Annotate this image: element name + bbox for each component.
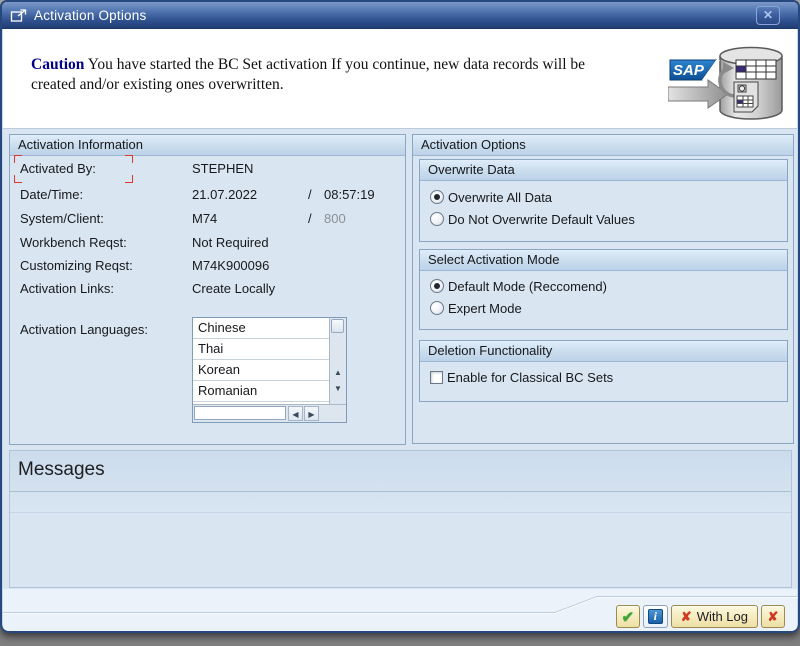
radio-label: Expert Mode <box>448 301 522 316</box>
field-value-date: 21.07.2022 <box>192 187 257 202</box>
radio-do-not-overwrite-defaults[interactable]: Do Not Overwrite Default Values <box>430 211 635 227</box>
deletion-functionality-group: Deletion Functionality Enable for Classi… <box>419 340 788 402</box>
check-icon: ✔ <box>621 608 634 626</box>
field-label-activation-links: Activation Links: <box>20 281 114 296</box>
list-item-language[interactable]: Romanian <box>193 381 329 402</box>
field-value-system: M74 <box>192 211 217 226</box>
radio-overwrite-all-data[interactable]: Overwrite All Data <box>430 189 552 205</box>
radio-label: Overwrite All Data <box>448 190 552 205</box>
messages-header: Messages <box>18 459 105 481</box>
list-item-language[interactable]: Chinese <box>193 318 329 339</box>
caution-section: Caution You have started the BC Set acti… <box>3 29 797 129</box>
radio-icon[interactable] <box>430 190 444 204</box>
activation-options-dialog: Activation Options ✕ Caution You have st… <box>0 0 800 633</box>
dialog-window-icon <box>10 8 28 23</box>
field-value-workbench-reqst: Not Required <box>192 235 269 250</box>
radio-default-mode[interactable]: Default Mode (Reccomend) <box>430 278 607 294</box>
list-filter-field[interactable] <box>194 406 286 420</box>
field-label-workbench-reqst: Workbench Reqst: <box>20 235 127 250</box>
activation-options-header: Activation Options <box>413 135 793 156</box>
title-bar: Activation Options ✕ <box>2 2 798 29</box>
radio-expert-mode[interactable]: Expert Mode <box>430 300 522 316</box>
red-x-icon: ✘ <box>768 609 779 625</box>
overwrite-data-group: Overwrite Data Overwrite All Data Do Not… <box>419 159 788 242</box>
scroll-left-icon[interactable]: ◀ <box>288 406 303 421</box>
sap-database-illustration: SAP <box>668 44 792 126</box>
cancel-button[interactable]: ✘ <box>761 605 785 628</box>
activation-options-panel: Activation Options Overwrite Data Overwr… <box>412 134 794 444</box>
radio-label: Default Mode (Reccomend) <box>448 279 607 294</box>
field-value-customizing-reqst: M74K900096 <box>192 258 269 273</box>
field-value-activation-links: Create Locally <box>192 281 275 296</box>
info-icon: i <box>648 609 663 624</box>
scroll-down-icon[interactable]: ▼ <box>331 382 345 396</box>
caution-label: Caution <box>31 56 84 73</box>
dialog-content: Activation Information Activated By: STE… <box>3 130 797 630</box>
field-value-client: 800 <box>324 211 346 226</box>
checkbox-icon[interactable] <box>430 371 443 384</box>
field-label-customizing-reqst: Customizing Reqst: <box>20 258 133 273</box>
vertical-scrollbar[interactable]: ▲ ▼ <box>329 318 346 404</box>
radio-icon[interactable] <box>430 279 444 293</box>
footer-button-bar: ✔ i ✘ With Log ✘ <box>616 605 785 628</box>
activation-languages-listbox[interactable]: Chinese Thai Korean Romanian ▲ ▼ ◀ ▶ <box>192 317 347 423</box>
field-label-activation-languages: Activation Languages: <box>20 322 148 337</box>
field-sep-date-time: / <box>308 187 312 202</box>
activation-information-header: Activation Information <box>10 135 405 156</box>
activation-mode-group: Select Activation Mode Default Mode (Rec… <box>419 249 788 330</box>
field-value-time: 08:57:19 <box>324 187 375 202</box>
dialog-footer: ✔ i ✘ With Log ✘ <box>3 589 797 632</box>
messages-section: Messages <box>9 450 792 588</box>
scroll-right-icon[interactable]: ▶ <box>304 406 319 421</box>
red-x-icon: ✘ <box>681 609 692 625</box>
with-log-button[interactable]: ✘ With Log <box>671 605 758 628</box>
caution-message: Caution You have started the BC Set acti… <box>31 55 631 95</box>
confirm-button[interactable]: ✔ <box>616 605 640 628</box>
sap-logo-text: SAP <box>673 62 705 79</box>
list-item-language[interactable]: Korean <box>193 360 329 381</box>
radio-icon[interactable] <box>430 301 444 315</box>
activation-mode-header: Select Activation Mode <box>420 250 787 271</box>
checkbox-label: Enable for Classical BC Sets <box>447 370 613 385</box>
field-sep-system-client: / <box>308 211 312 226</box>
list-item-language[interactable]: Thai <box>193 339 329 360</box>
messages-row-divider <box>10 512 791 513</box>
deletion-functionality-header: Deletion Functionality <box>420 341 787 362</box>
field-value-activated-by: STEPHEN <box>192 161 253 176</box>
overwrite-data-header: Overwrite Data <box>420 160 787 181</box>
field-label-system-client: System/Client: <box>20 211 104 226</box>
scrollbar-thumb[interactable] <box>331 319 344 333</box>
field-label-date-time: Date/Time: <box>20 187 83 202</box>
language-list: Chinese Thai Korean Romanian <box>193 318 329 404</box>
checkbox-enable-classical-bc-sets[interactable]: Enable for Classical BC Sets <box>430 369 613 385</box>
activation-information-panel: Activation Information Activated By: STE… <box>9 134 406 445</box>
info-button[interactable]: i <box>643 605 668 628</box>
radio-icon[interactable] <box>430 212 444 226</box>
messages-divider <box>10 491 791 492</box>
caution-body: You have started the BC Set activation I… <box>31 56 585 93</box>
scroll-up-icon[interactable]: ▲ <box>331 366 345 380</box>
close-icon[interactable]: ✕ <box>756 6 780 25</box>
dialog-title: Activation Options <box>34 8 146 23</box>
with-log-label: With Log <box>697 609 748 624</box>
horizontal-scrollbar[interactable]: ◀ ▶ <box>193 404 346 422</box>
field-label-activated-by: Activated By: <box>20 161 96 176</box>
radio-label: Do Not Overwrite Default Values <box>448 212 635 227</box>
